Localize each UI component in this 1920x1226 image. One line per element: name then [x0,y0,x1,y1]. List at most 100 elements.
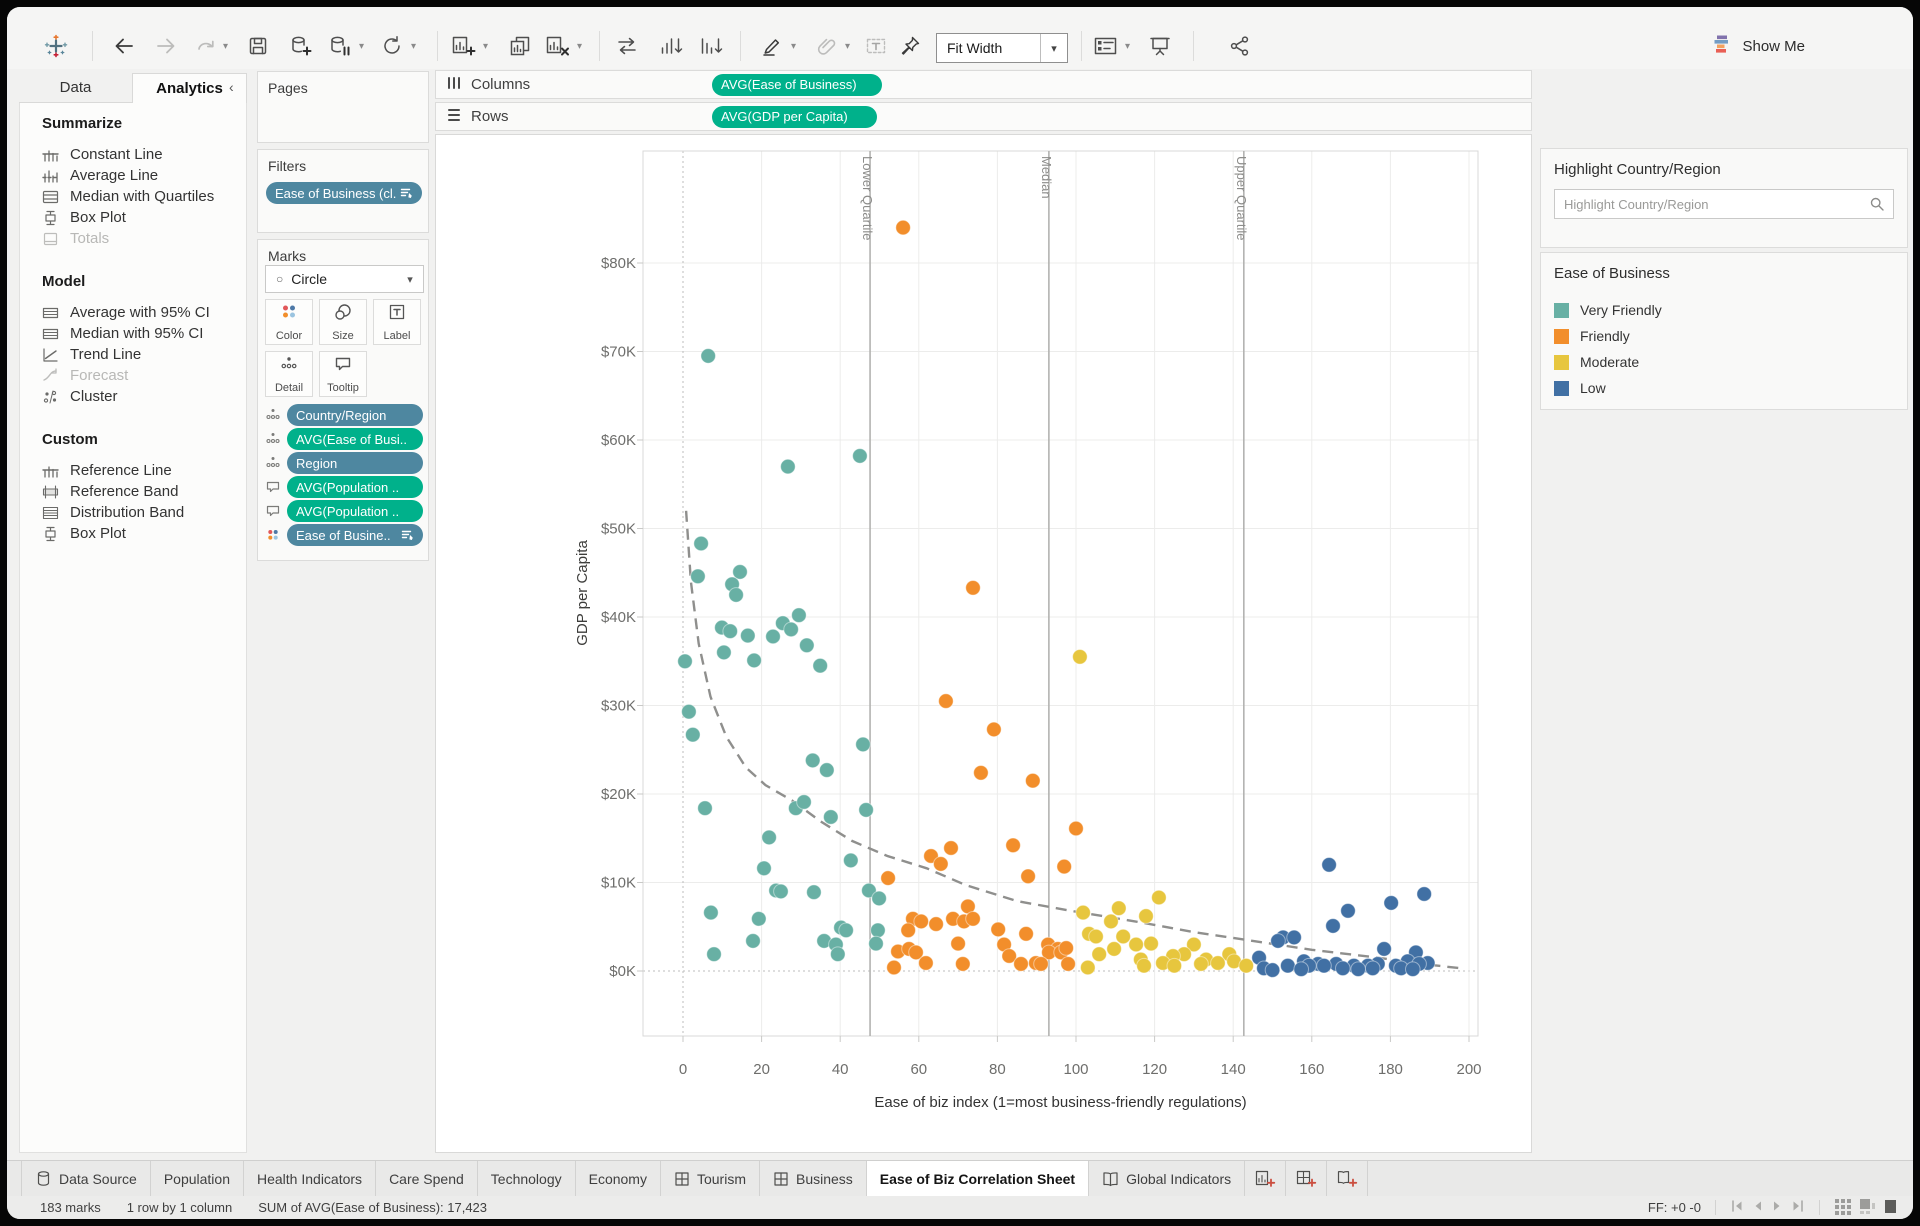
mark-circle-very-friendly[interactable] [745,933,761,949]
mark-circle-very-friendly[interactable] [796,794,812,810]
marks-pill[interactable]: Country/Region [287,404,423,426]
mark-circle-friendly[interactable] [1005,837,1021,854]
redo-button[interactable] [153,33,179,59]
mark-circle-moderate[interactable] [1075,904,1091,921]
highlight-search-input[interactable] [1555,195,1861,213]
mark-circle-very-friendly[interactable] [838,922,854,939]
mark-circle-friendly[interactable] [928,916,944,932]
group-members-caret[interactable]: ▾ [845,41,850,52]
marks-pill[interactable]: Ease of Busine.. [287,524,423,546]
marks-pill[interactable]: AVG(Ease of Busi.. [287,428,423,450]
mark-circle-friendly[interactable] [1018,926,1034,942]
analytics-item-reference-band[interactable]: Reference Band [42,481,246,502]
mark-circle-very-friendly[interactable] [783,621,799,638]
new-story-tab-button[interactable] [1327,1161,1369,1196]
legend-item-very-friendly[interactable]: Very Friendly [1554,297,1662,323]
marks-label-button[interactable]: Label [373,299,421,345]
mark-circle-moderate[interactable] [1166,957,1183,974]
mark-circle-very-friendly[interactable] [690,568,706,585]
analytics-item-box-plot[interactable]: Box Plot [42,523,246,544]
mark-circle-friendly[interactable] [900,922,917,939]
mark-circle-moderate[interactable] [1138,908,1154,924]
mark-circle-moderate[interactable] [1111,900,1127,917]
previous-page-button[interactable] [1753,1200,1763,1215]
mark-circle-very-friendly[interactable] [780,458,796,475]
mark-circle-low[interactable] [1405,961,1421,978]
marks-pill[interactable]: AVG(Population .. [287,476,423,498]
mark-circle-moderate[interactable] [1080,959,1096,976]
mark-circle-very-friendly[interactable] [700,348,716,364]
mark-circle-very-friendly[interactable] [685,726,701,743]
mark-circle-friendly[interactable] [1025,772,1041,789]
sheet-tab-technology[interactable]: Technology [478,1161,576,1196]
mark-circle-very-friendly[interactable] [843,852,859,869]
analytics-item-distribution-band[interactable]: Distribution Band [42,502,246,523]
mark-circle-very-friendly[interactable] [732,564,748,580]
highlight-button[interactable] [759,33,785,59]
mark-type-dropdown[interactable]: ○ Circle ▾ [265,265,424,293]
fit-dropdown[interactable]: Fit Width ▾ [936,33,1068,63]
mark-circle-very-friendly[interactable] [746,652,762,669]
mark-circle-friendly[interactable] [938,693,954,709]
presentation-mode-button[interactable] [1147,33,1173,59]
mark-circle-very-friendly[interactable] [791,607,807,624]
show-hide-cards-caret[interactable]: ▾ [1125,41,1130,52]
analytics-item-median-with-quartiles[interactable]: Median with Quartiles [42,186,246,207]
mark-type-caret[interactable]: ▾ [397,266,423,292]
mark-circle-very-friendly[interactable] [852,448,868,464]
mark-circle-very-friendly[interactable] [830,946,846,963]
mark-circle-very-friendly[interactable] [751,911,767,927]
mark-circle-moderate[interactable] [1136,957,1152,974]
search-icon[interactable] [1861,196,1893,212]
marks-pill[interactable]: Region [287,452,423,474]
mark-circle-friendly[interactable] [1013,956,1029,972]
show-filmstrip-button[interactable] [1859,1198,1876,1218]
mark-circle-friendly[interactable] [986,721,1002,738]
show-sheet-sorter-button[interactable] [1834,1198,1851,1218]
mark-circle-very-friendly[interactable] [871,890,887,907]
clear-sheet-caret[interactable]: ▾ [577,41,582,52]
trend-curve[interactable] [684,510,1462,970]
sheet-tab-tourism[interactable]: Tourism [661,1161,760,1196]
mark-circle-friendly[interactable] [880,870,896,886]
analytics-item-average-with-95-ci[interactable]: Average with 95% CI [42,302,246,323]
mark-circle-very-friendly[interactable] [706,946,722,963]
mark-circle-friendly[interactable] [990,921,1007,938]
mark-circle-friendly[interactable] [1020,868,1036,885]
mark-circle-moderate[interactable] [1238,957,1255,974]
mark-circle-very-friendly[interactable] [693,535,709,552]
mark-circle-very-friendly[interactable] [819,762,835,778]
worksheet-view[interactable]: Lower Quartile Median Upper Quartile $0K $10… [435,134,1532,1153]
mark-circle-very-friendly[interactable] [703,904,719,921]
mark-circle-friendly[interactable] [950,935,966,952]
mark-circle-moderate[interactable] [1151,889,1167,906]
mark-circle-low[interactable] [1364,960,1381,977]
mark-circle-low[interactable] [1293,961,1310,978]
mark-circle-friendly[interactable] [913,913,930,930]
pages-shelf[interactable]: Pages [257,71,429,143]
pause-updates-caret[interactable]: ▾ [359,41,364,52]
analytics-item-constant-line[interactable]: Constant Line [42,144,246,165]
mark-circle-low[interactable] [1376,941,1392,957]
mark-circle-friendly[interactable] [943,840,959,856]
mark-circle-friendly[interactable] [1068,820,1084,837]
mark-circle-very-friendly[interactable] [868,935,884,952]
mark-circle-low[interactable] [1280,957,1296,974]
mark-circle-friendly[interactable] [965,911,981,927]
collapse-pane-icon[interactable]: ‹ [229,79,234,95]
mark-circle-low[interactable] [1286,929,1302,946]
next-page-button[interactable] [1772,1200,1782,1215]
mark-circle-low[interactable] [1270,933,1286,949]
sort-descending-button[interactable] [699,33,725,59]
analytics-item-cluster[interactable]: Cluster [42,386,246,407]
analytics-item-median-with-95-ci[interactable]: Median with 95% CI [42,323,246,344]
first-page-button[interactable] [1730,1200,1744,1215]
analytics-item-trend-line[interactable]: Trend Line [42,344,246,365]
sort-ascending-button[interactable] [659,33,685,59]
duplicate-sheet-button[interactable] [507,33,533,59]
mark-circle-very-friendly[interactable] [804,752,821,769]
mark-circle-low[interactable] [1383,895,1400,911]
mark-circle-friendly[interactable] [1056,858,1073,875]
mark-circle-friendly[interactable] [933,856,949,872]
show-tabs-button[interactable] [1884,1199,1897,1217]
